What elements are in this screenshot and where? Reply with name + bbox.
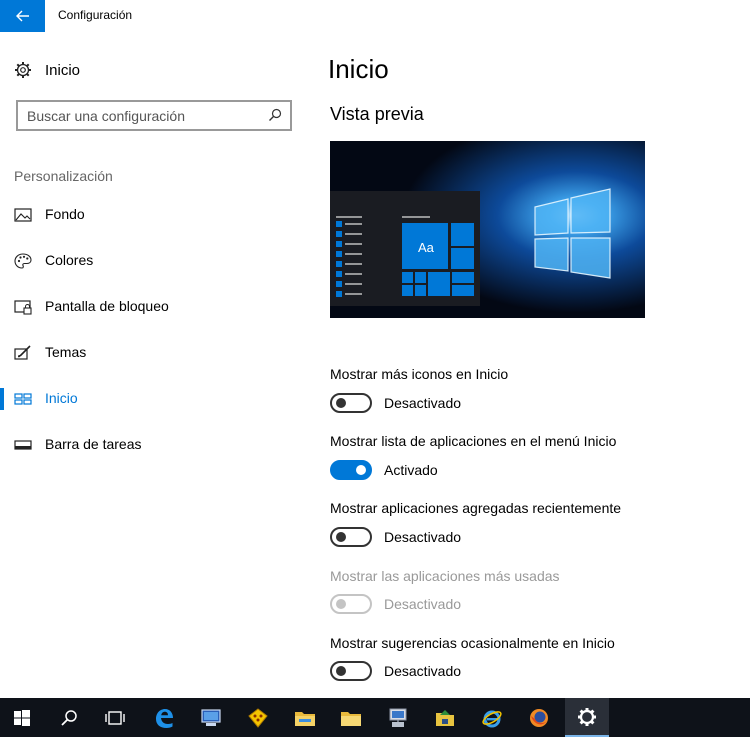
section-label: Personalización (14, 168, 113, 184)
preview-title: Vista previa (330, 104, 424, 124)
firefox-button[interactable] (517, 698, 561, 737)
folder-button[interactable] (329, 698, 373, 737)
page-title: Inicio (328, 54, 389, 84)
sidebar-item-label: Temas (45, 344, 87, 360)
sidebar-item-label: Inicio (45, 390, 78, 406)
network-folder-icon (436, 709, 454, 726)
sidebar-item-fondo[interactable]: Fondo (0, 200, 310, 230)
sidebar-item-colores[interactable]: Colores (0, 246, 310, 276)
computer-icon (201, 708, 221, 726)
taskbar (0, 698, 750, 737)
lock-screen-icon (14, 300, 32, 315)
sidebar-item-label: Barra de tareas (45, 436, 142, 452)
toggle-state: Desactivado (384, 529, 462, 545)
edge-button[interactable] (142, 698, 186, 737)
search-icon (61, 709, 77, 726)
recent-apps-toggle[interactable] (330, 527, 372, 547)
toggle-knob (356, 465, 366, 475)
internet-explorer-button[interactable] (470, 698, 514, 737)
back-arrow-icon (15, 10, 29, 22)
toggle-knob (336, 398, 346, 408)
network-button[interactable] (376, 698, 420, 737)
windows-start-icon (14, 709, 30, 726)
preview-tile-text: Aa (418, 240, 435, 255)
palette-icon (14, 253, 32, 269)
active-indicator (0, 388, 4, 410)
network-icon (389, 708, 407, 727)
setting-label: Mostrar aplicaciones agregadas recientem… (330, 500, 622, 516)
sidebar-item-label: Colores (45, 252, 94, 268)
sidebar-item-label: Pantalla de bloqueo (45, 298, 169, 314)
toggle-state: Desactivado (384, 395, 462, 411)
setting-label: Mostrar más iconos en Inicio (330, 366, 509, 382)
toggle-state: Desactivado (384, 663, 462, 679)
most-used-toggle (330, 594, 372, 614)
themes-icon (14, 345, 31, 360)
sidebar-item-label: Fondo (45, 206, 85, 222)
suggestions-toggle[interactable] (330, 661, 372, 681)
toggle-state: Activado (384, 462, 438, 478)
gear-icon (15, 62, 31, 78)
home-label: Inicio (45, 61, 81, 79)
firefox-icon (530, 708, 548, 727)
sidebar-item-temas[interactable]: Temas (0, 338, 310, 368)
desktop-preview: Aa (330, 141, 645, 318)
internet-explorer-icon (482, 710, 502, 727)
store-icon (248, 707, 268, 728)
setting-label: Mostrar las aplicaciones más usadas (330, 568, 560, 584)
search-input[interactable]: Buscar una configuración (16, 100, 292, 131)
sidebar-item-pantalla-de-bloqueo[interactable]: Pantalla de bloqueo (0, 292, 310, 322)
app-list-toggle[interactable] (330, 460, 372, 480)
sidebar-item-barra-de-tareas[interactable]: Barra de tareas (0, 430, 310, 460)
edge-icon (156, 708, 173, 728)
start-icon (14, 393, 32, 405)
taskbar-icon (14, 440, 32, 450)
picture-icon (14, 208, 32, 222)
computer-button[interactable] (189, 698, 233, 737)
toggle-knob (336, 599, 346, 609)
start-preview-image: Aa (330, 141, 645, 318)
search-placeholder: Buscar una configuración (27, 108, 185, 124)
network-folder-button[interactable] (423, 698, 467, 737)
settings-gear-icon (578, 707, 596, 726)
settings-button[interactable] (565, 698, 609, 737)
sidebar-item-inicio[interactable]: Inicio (0, 384, 310, 414)
window-title: Configuración (58, 8, 133, 22)
setting-label: Mostrar lista de aplicaciones en el menú… (330, 433, 617, 449)
home-nav-item[interactable]: Inicio (14, 58, 80, 82)
file-explorer-icon (295, 711, 315, 726)
task-view-button[interactable] (93, 698, 137, 737)
toggle-knob (336, 532, 346, 542)
setting-label: Mostrar sugerencias ocasionalmente en In… (330, 635, 615, 651)
file-explorer-button[interactable] (283, 698, 327, 737)
folder-icon (341, 711, 361, 726)
toggle-state: Desactivado (384, 596, 462, 612)
back-button[interactable] (0, 0, 45, 32)
search-icon[interactable] (268, 108, 282, 122)
title-bar: Configuración (0, 0, 750, 32)
toggle-knob (336, 666, 346, 676)
store-button[interactable] (236, 698, 280, 737)
task-view-icon (105, 710, 125, 725)
more-icons-toggle[interactable] (330, 393, 372, 413)
start-button[interactable] (0, 698, 44, 737)
search-button[interactable] (47, 698, 91, 737)
